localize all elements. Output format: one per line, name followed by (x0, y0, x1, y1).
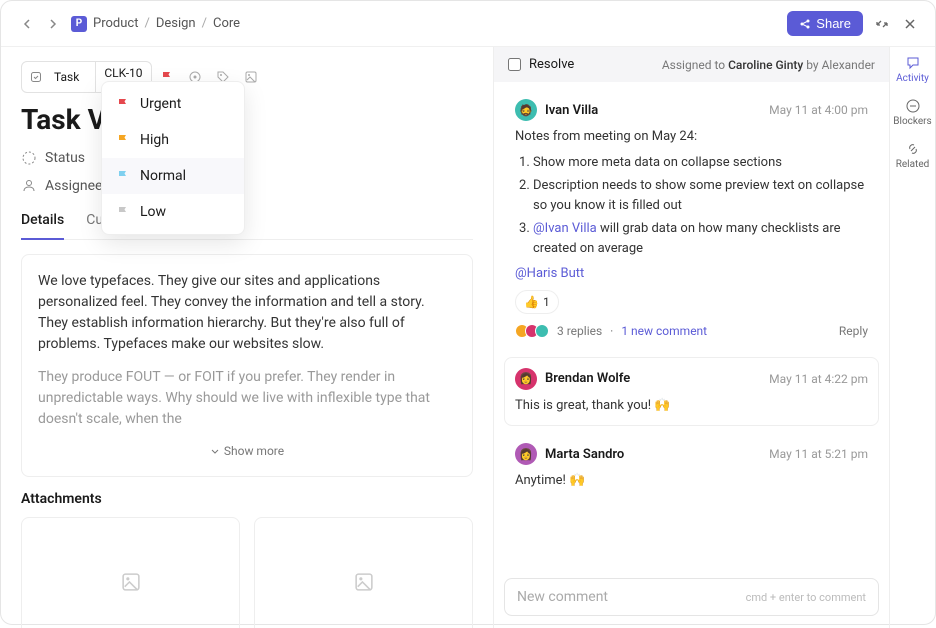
resolve-checkbox[interactable] (508, 58, 521, 71)
right-rail: Activity Blockers Related (889, 47, 935, 628)
header: P Product / Design / Core Share (1, 1, 935, 47)
comment-time: May 11 at 5:21 pm (769, 447, 868, 461)
comment-body: This is great, thank you! 🙌 (515, 396, 868, 416)
comment-icon (905, 55, 921, 71)
resolve-label: Resolve (529, 57, 574, 72)
share-label: Share (816, 16, 851, 31)
image-icon (353, 571, 375, 593)
comment-body: Notes from meeting on May 24: Show more … (515, 127, 868, 340)
breadcrumb: P Product / Design / Core (71, 16, 240, 32)
breadcrumb-item[interactable]: Core (213, 16, 240, 31)
rail-blockers[interactable]: Blockers (893, 98, 931, 127)
close-icon[interactable] (901, 15, 919, 33)
minus-circle-icon (905, 98, 921, 114)
tab-details[interactable]: Details (21, 206, 64, 240)
comment-body: Anytime! 🙌 (515, 471, 868, 491)
nav-arrows (17, 14, 63, 34)
breadcrumb-sep: / (202, 16, 207, 31)
back-button[interactable] (17, 14, 37, 34)
comment-author: Ivan Villa (545, 103, 598, 118)
comment: 👩 Marta Sandro May 11 at 5:21 pm Anytime… (504, 432, 879, 502)
breadcrumb-item[interactable]: Product (93, 16, 138, 31)
description-box: We love typefaces. They give our sites a… (21, 254, 473, 477)
thread-bar: 3 replies · 1 new comment Reply (515, 322, 868, 340)
placeholder-text: New comment (517, 589, 608, 605)
link-icon (905, 141, 921, 157)
rail-activity[interactable]: Activity (896, 55, 929, 84)
comments-panel: Resolve Assigned to Caroline Ginty by Al… (493, 47, 889, 628)
reaction[interactable]: 👍1 (515, 290, 559, 314)
priority-option-normal[interactable]: Normal (102, 158, 244, 194)
comment-time: May 11 at 4:00 pm (769, 103, 868, 117)
comment-author: Marta Sandro (545, 447, 624, 462)
thread-avatars (515, 324, 549, 338)
show-more-button[interactable]: Show more (38, 442, 456, 460)
user-icon (21, 178, 37, 194)
avatar: 👩 (515, 443, 537, 465)
tabs: Details Custo Todo (21, 206, 473, 240)
mention[interactable]: @Haris Butt (515, 266, 584, 281)
breadcrumb-icon: P (71, 16, 87, 32)
image-icon (120, 571, 142, 593)
description-text: We love typefaces. They give our sites a… (38, 271, 456, 355)
share-icon (799, 18, 811, 30)
priority-option-urgent[interactable]: Urgent (102, 86, 244, 122)
description-text: They produce FOUT — or FOIT if you prefe… (38, 367, 456, 430)
task-detail-panel: Task CLK-10 Urgent High Normal Low Task … (1, 47, 493, 628)
assignees-row[interactable]: Assignees (21, 178, 473, 194)
replies-count[interactable]: 3 replies (557, 322, 602, 340)
chevron-down-icon (210, 446, 220, 456)
breadcrumb-item[interactable]: Design (156, 16, 196, 31)
comment-time: May 11 at 4:22 pm (769, 372, 868, 386)
image-icon[interactable] (244, 70, 258, 84)
shortcut-hint: cmd + enter to comment (746, 591, 866, 604)
task-icon (30, 71, 42, 83)
rail-related[interactable]: Related (896, 141, 930, 170)
share-button[interactable]: Share (787, 11, 863, 36)
attachment-placeholder[interactable] (21, 517, 240, 628)
avatar: 👩 (515, 368, 537, 390)
resolve-bar: Resolve Assigned to Caroline Ginty by Al… (494, 47, 889, 82)
attachment-placeholder[interactable] (254, 517, 473, 628)
forward-button[interactable] (43, 14, 63, 34)
priority-option-high[interactable]: High (102, 122, 244, 158)
attachments-heading: Attachments (21, 491, 473, 507)
comment: 👩 Brendan Wolfe May 11 at 4:22 pm This i… (504, 357, 879, 427)
assigned-text: Assigned to Caroline Ginty by Alexander (662, 58, 875, 72)
new-comment-input[interactable]: New comment cmd + enter to comment (504, 578, 879, 616)
collapse-icon[interactable] (873, 15, 891, 33)
reply-button[interactable]: Reply (839, 322, 868, 340)
comment-author: Brendan Wolfe (545, 371, 630, 386)
status-icon (21, 150, 37, 166)
page-title: Task Vie (21, 103, 473, 136)
comment: 🧔 Ivan Villa May 11 at 4:00 pm Notes fro… (504, 88, 879, 351)
breadcrumb-sep: / (144, 16, 149, 31)
mention[interactable]: @Ivan Villa (533, 221, 597, 236)
status-row[interactable]: Status (21, 150, 473, 166)
priority-option-low[interactable]: Low (102, 194, 244, 230)
priority-dropdown: Urgent High Normal Low (101, 81, 245, 235)
avatar: 🧔 (515, 99, 537, 121)
new-comment-indicator[interactable]: 1 new comment (621, 322, 707, 340)
